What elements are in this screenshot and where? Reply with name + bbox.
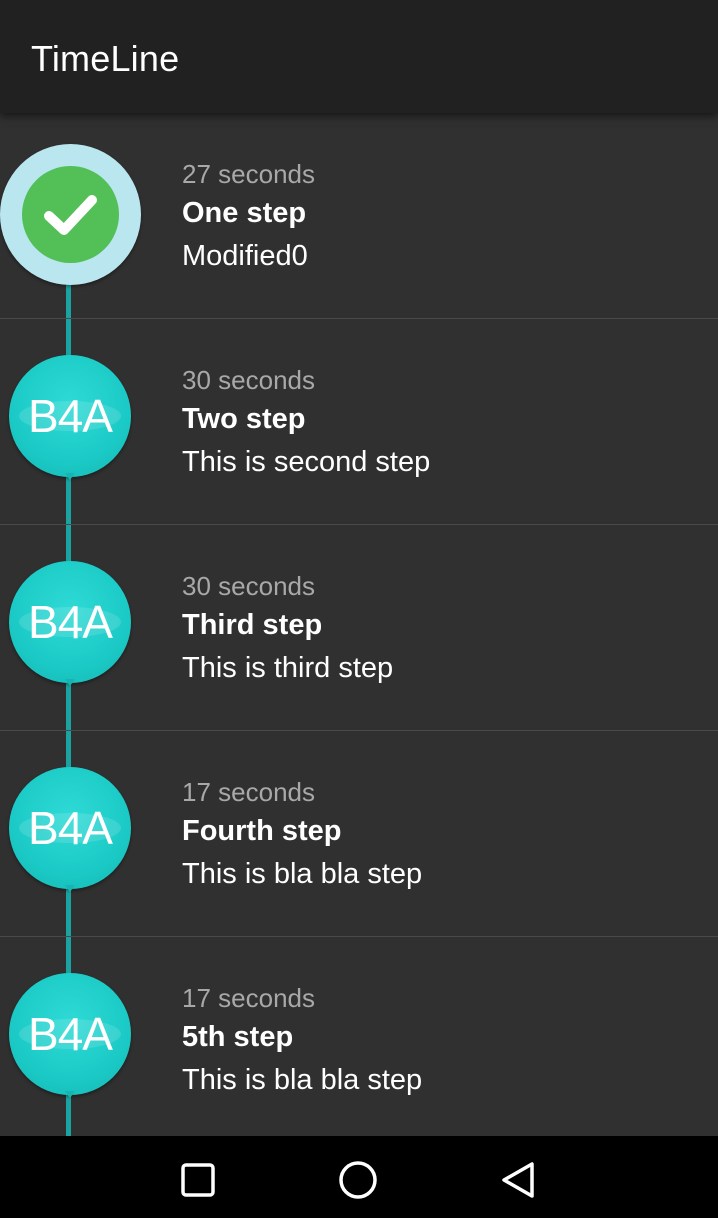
item-time: 27 seconds xyxy=(182,159,315,189)
badge-pointer xyxy=(65,1091,75,1098)
item-time: 30 seconds xyxy=(182,571,315,601)
b4a-badge-icon: B4A xyxy=(9,355,131,477)
badge-pointer xyxy=(65,679,75,686)
badge-label: B4A xyxy=(28,390,113,442)
recents-icon[interactable] xyxy=(176,1160,220,1200)
b4a-badge-icon: B4A xyxy=(9,973,131,1095)
timeline-item-4[interactable]: B4A 17 seconds Fourth step This is bla b… xyxy=(0,731,718,937)
timeline-item-3[interactable]: B4A 30 seconds Third step This is third … xyxy=(0,525,718,731)
badge-label: B4A xyxy=(28,596,113,648)
item-time: 17 seconds xyxy=(182,983,315,1013)
app-bar: TimeLine xyxy=(0,0,718,113)
timeline-item-2[interactable]: B4A 30 seconds Two step This is second s… xyxy=(0,319,718,525)
item-description: This is third step xyxy=(182,652,394,684)
item-step-title: Third step xyxy=(182,609,323,641)
item-description: This is second step xyxy=(182,446,431,478)
item-step-title: 5th step xyxy=(182,1021,294,1053)
completed-badge xyxy=(0,144,141,285)
timeline-item-1[interactable]: 27 seconds One step Modified0 xyxy=(0,113,718,319)
app-title: TimeLine xyxy=(31,38,180,79)
check-icon xyxy=(22,166,119,263)
home-icon[interactable] xyxy=(336,1160,380,1200)
timeline-list[interactable]: 27 seconds One step Modified0 B4A 30 sec… xyxy=(0,113,718,1136)
item-description: Modified0 xyxy=(182,240,308,272)
back-icon[interactable] xyxy=(496,1160,540,1200)
b4a-badge-icon: B4A xyxy=(9,767,131,889)
item-step-title: One step xyxy=(182,197,307,229)
badge-pointer xyxy=(65,473,75,480)
badge-label: B4A xyxy=(28,802,113,854)
item-time: 30 seconds xyxy=(182,365,315,395)
item-time: 17 seconds xyxy=(182,777,315,807)
b4a-badge-icon: B4A xyxy=(9,561,131,683)
item-description: This is bla bla step xyxy=(182,858,423,890)
item-step-title: Two step xyxy=(182,403,306,435)
badge-label: B4A xyxy=(28,1008,113,1060)
badge-pointer xyxy=(65,885,75,892)
system-navigation-bar xyxy=(0,1136,718,1218)
item-description: This is bla bla step xyxy=(182,1064,423,1096)
item-step-title: Fourth step xyxy=(182,815,342,847)
timeline-item-5[interactable]: B4A 17 seconds 5th step This is bla bla … xyxy=(0,937,718,1136)
